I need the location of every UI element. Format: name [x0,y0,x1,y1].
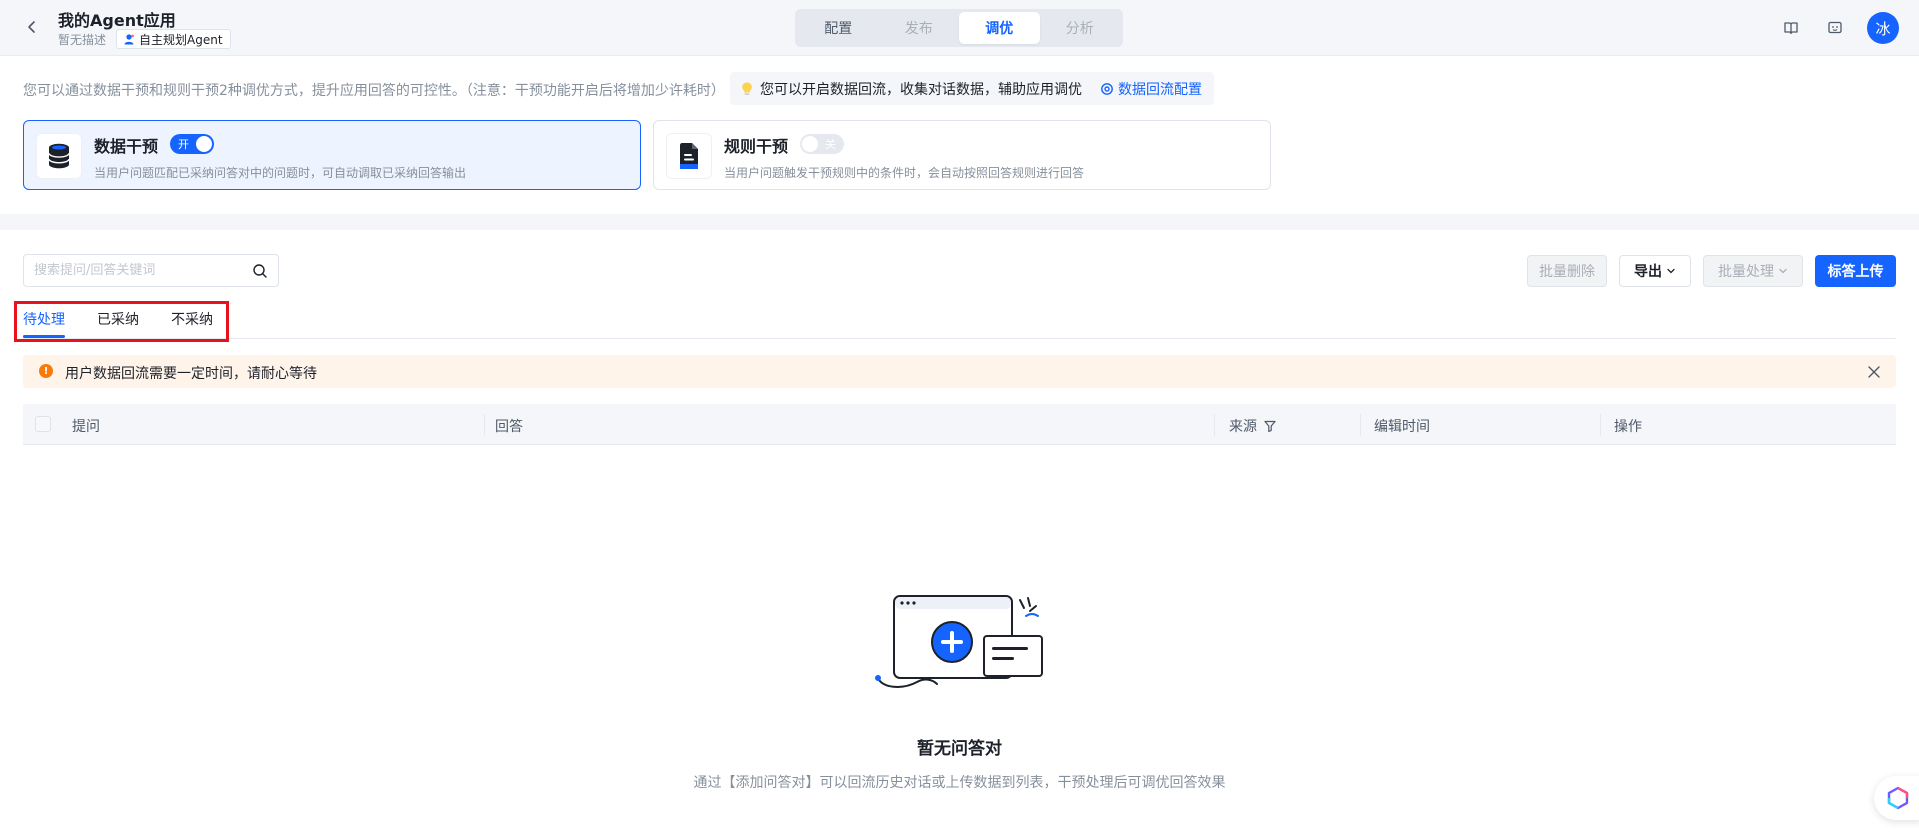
batch-process-button[interactable]: 批量处理 [1703,255,1803,287]
tabs-divider [23,338,1896,339]
tab-publish[interactable]: 发布 [879,12,960,44]
back-button[interactable] [20,15,44,39]
empty-state-illustration [875,595,1043,688]
column-answer: 回答 [495,419,523,435]
lightbulb-icon [742,82,752,95]
batch-delete-button[interactable]: 批量删除 [1527,255,1607,287]
app-title: 我的Agent应用 [58,11,176,30]
switch-knob [196,136,212,152]
chevron-left-icon [28,21,35,33]
chevron-down-icon [1667,268,1675,274]
agent-icon [124,34,134,45]
rule-intervention-card[interactable]: 规则干预 关 当用户问题触发干预规则中的条件时，会自动按照回答规则进行回答 [653,120,1271,190]
column-question: 提问 [72,419,100,435]
upload-answers-button[interactable]: 标答上传 [1815,255,1896,287]
export-button[interactable]: 导出 [1619,255,1691,287]
user-avatar[interactable]: 冰 [1867,12,1899,44]
tab-tuning[interactable]: 调优 [959,12,1040,44]
chevron-down-icon [1779,268,1787,274]
agent-type-label: 自主规划Agent [139,32,223,47]
card-description: 当用户问题触发干预规则中的条件时，会自动按照回答规则进行回答 [724,166,1085,180]
tuning-intro-text: 您可以通过数据干预和规则干预2种调优方式，提升应用回答的可控性。（注意：干预功能… [23,83,725,99]
card-description: 当用户问题匹配已采纳问答对中的问题时，可自动调取已采纳回答输出 [94,166,467,180]
feedback-icon [1828,21,1842,34]
data-intervention-card[interactable]: 数据干预 开 当用户问题匹配已采纳问答对中的问题时，可自动调取已采纳回答输出 [23,120,641,190]
feedback-button[interactable] [1823,16,1847,40]
warning-icon: ! [39,364,53,378]
hint-link-label: 数据回流配置 [1118,81,1202,98]
database-icon [48,143,70,169]
column-separator [1214,414,1215,436]
data-reflow-config-link[interactable]: 数据回流配置 [1100,79,1202,99]
select-all-checkbox[interactable] [35,416,51,432]
empty-state-description: 通过【添加问答对】可以回流历史对话或上传数据到列表，干预处理后可调优回答效果 [693,775,1226,791]
agent-type-tag: 自主规划Agent [116,29,231,49]
card-title: 规则干预 [724,137,789,156]
empty-state-title: 暂无问答对 [917,739,1002,759]
column-edit-time: 编辑时间 [1374,419,1430,435]
column-separator [1360,414,1361,436]
settings-icon [1101,82,1113,95]
card-icon-container [36,133,82,179]
docs-button[interactable] [1779,16,1803,40]
assistant-logo-icon [1887,786,1909,810]
app-description: 暂无描述 [58,33,107,47]
book-icon [1784,22,1798,35]
tab-config[interactable]: 配置 [798,12,879,44]
switch-label: 开 [178,138,189,151]
table-header: 提问 回答 来源 编辑时间 操作 [23,404,1896,445]
document-icon [680,143,698,169]
hint-text: 您可以开启数据回流，收集对话数据，辅助应用调优 [760,81,1082,98]
batch-process-label: 批量处理 [1718,264,1774,280]
card-title: 数据干预 [94,137,159,156]
close-icon[interactable] [1866,364,1882,380]
column-actions: 操作 [1614,419,1642,435]
filter-icon[interactable] [1263,419,1277,433]
main-nav-segmented: 配置 发布 调优 分析 [795,9,1123,47]
alert-text: 用户数据回流需要一定时间，请耐心等待 [65,366,317,382]
switch-label: 关 [825,138,836,151]
rule-intervention-switch[interactable]: 关 [800,134,844,154]
search-box [23,254,279,287]
column-separator [484,414,485,436]
column-separator [1600,414,1601,436]
switch-knob [802,136,818,152]
top-header: 我的Agent应用 暂无描述 自主规划Agent 配置 发布 调优 分析 冰 [0,0,1919,56]
highlight-annotation-box [14,301,229,342]
section-divider [0,214,1919,230]
tab-analysis[interactable]: 分析 [1040,12,1121,44]
data-reflow-hint: 您可以开启数据回流，收集对话数据，辅助应用调优 数据回流配置 [730,72,1214,105]
search-input[interactable] [34,255,244,286]
column-source: 来源 [1229,416,1277,436]
assistant-floating-button[interactable] [1874,776,1919,820]
card-icon-container [666,133,712,179]
search-icon[interactable] [252,263,268,279]
data-intervention-switch[interactable]: 开 [170,134,214,154]
export-label: 导出 [1634,264,1662,280]
info-alert: ! 用户数据回流需要一定时间，请耐心等待 [23,355,1896,388]
